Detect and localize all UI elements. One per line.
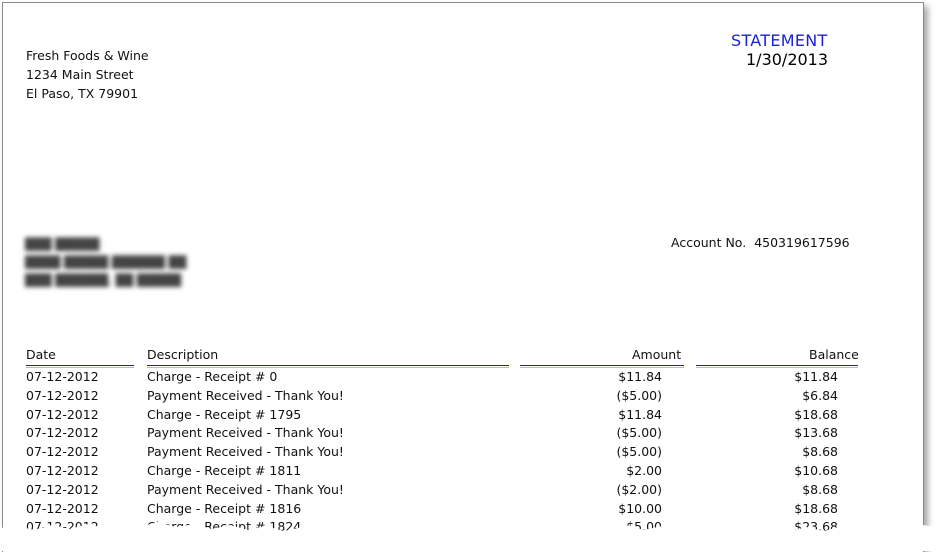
col-header-amount: Amount [632,347,682,362]
cell-amount: ($5.00) [616,387,662,403]
cell-amount: ($5.00) [616,425,662,441]
table-row: 07-12-2012 Payment Received - Thank You! (… [3,387,903,406]
cell-balance: $11.84 [794,369,838,384]
cell-amount: ($2.00) [616,481,662,497]
cell-date: 07-12-2012 [26,406,99,422]
company-name: Fresh Foods & Wine [26,48,149,63]
cell-date: 07-12-2012 [26,369,99,384]
cell-balance: $8.68 [802,481,838,497]
cell-description: Charge - Receipt # 1795 [147,406,302,422]
cell-description: Payment Received - Thank You! [147,425,344,441]
statement-date: 1/30/2013 [746,50,829,69]
rule-date [26,365,134,366]
rule-description [147,365,509,366]
statement-page: Fresh Foods & Wine 1234 Main Street El P… [2,2,924,552]
cell-amount: $2.00 [626,462,662,478]
cell-balance: $6.84 [802,387,838,403]
cell-amount: $11.84 [618,406,662,422]
table-row: 07-12-2012 Payment Received - Thank You! (… [3,424,903,443]
cell-description: Charge - Receipt # 0 [147,369,278,384]
cell-date: 07-12-2012 [26,444,99,460]
account-number-line: Account No. 450319617596 [671,235,850,250]
cell-amount: $11.84 [618,369,662,384]
col-header-date: Date [26,347,56,362]
cell-date: 07-12-2012 [26,425,99,441]
statement-title: STATEMENT [731,31,828,50]
cell-description: Payment Received - Thank You! [147,481,344,497]
table-row: 07-12-2012 Charge - Receipt # 1795 $11.84 $… [3,406,903,425]
cell-balance: $13.68 [794,425,838,441]
cell-description: Payment Received - Thank You! [147,444,344,460]
company-address-block: Fresh Foods & Wine 1234 Main Street El P… [26,46,149,103]
col-header-balance: Balance [809,347,859,362]
rule-balance [696,365,858,366]
table-row: 07-12-2012 Charge - Receipt # 1811 $2.00 $1… [3,462,903,481]
cell-date: 07-12-2012 [26,462,99,478]
table-row: 07-12-2012 Charge - Receipt # 0 $11.84 $11.… [3,368,903,387]
cell-description: Payment Received - Thank You! [147,387,344,403]
col-header-description: Description [147,347,219,362]
cell-balance: $18.68 [794,406,838,422]
cell-amount: ($5.00) [616,444,662,460]
cell-description: Charge - Receipt # 1811 [147,462,302,478]
cell-balance: $8.68 [802,444,838,460]
company-street: 1234 Main Street [26,67,134,82]
cell-balance: $10.68 [794,462,838,478]
company-city-state-zip: El Paso, TX 79901 [26,86,139,101]
table-row: 07-12-2012 Payment Received - Thank You! (… [3,481,903,500]
recipient-address-redacted: ███ █████ ████ █████ ██████ ██ ███ █████… [25,237,187,287]
rule-amount [520,365,684,366]
table-row: 07-12-2012 Payment Received - Thank You! (… [3,443,903,462]
cell-date: 07-12-2012 [26,481,99,497]
torn-paper-edge [0,522,938,551]
account-number: 450319617596 [754,235,850,250]
cell-date: 07-12-2012 [26,387,99,403]
account-label: Account No. [671,235,747,250]
